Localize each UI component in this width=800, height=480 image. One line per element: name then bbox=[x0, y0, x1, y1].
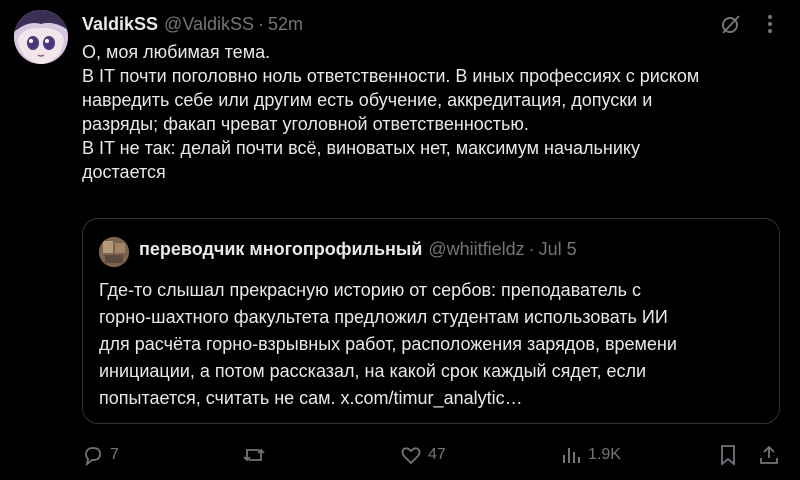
grok-icon[interactable] bbox=[720, 13, 742, 35]
tweet-line: В IT почти поголовно ноль ответственност… bbox=[82, 66, 700, 86]
quoted-line: горно-шахтного факультета предложил студ… bbox=[99, 307, 668, 327]
share-button[interactable] bbox=[758, 444, 780, 466]
quoted-tweet[interactable]: переводчик многопрофильный @whiitfieldz … bbox=[82, 218, 780, 424]
tweet-time[interactable]: 52m bbox=[268, 14, 303, 35]
tweet-header: ValdikSS @ValdikSS · 52m bbox=[82, 12, 780, 36]
quoted-avatar[interactable] bbox=[99, 237, 129, 267]
action-bar: 7 47 1.9K bbox=[82, 444, 782, 468]
repost-icon bbox=[242, 444, 266, 466]
bookmark-icon bbox=[718, 444, 738, 466]
reply-button[interactable]: 7 bbox=[82, 444, 119, 466]
tweet-line: достается bbox=[82, 162, 166, 182]
tweet-line: навредить себе или другим есть обучение,… bbox=[82, 90, 653, 110]
tweet-line: В IT не так: делай почти всё, виноватых … bbox=[82, 138, 640, 158]
like-button[interactable]: 47 bbox=[400, 444, 446, 466]
more-icon[interactable] bbox=[760, 14, 780, 34]
quoted-header: переводчик многопрофильный @whiitfieldz … bbox=[139, 239, 577, 260]
views-button[interactable]: 1.9K bbox=[560, 444, 621, 466]
views-icon bbox=[560, 444, 582, 466]
quoted-author-handle[interactable]: @whiitfieldz bbox=[428, 239, 524, 260]
quoted-line: Где-то слышал прекрасную историю от серб… bbox=[99, 280, 642, 300]
tweet-line: разряды; факап чреват уголовной ответств… bbox=[82, 114, 529, 134]
avatar[interactable] bbox=[14, 10, 68, 64]
quoted-line: попытается, считать не сам. x.com/timur_… bbox=[99, 388, 523, 408]
share-icon bbox=[758, 444, 780, 466]
separator-dot: · bbox=[528, 239, 535, 259]
quoted-text: Где-то слышал прекрасную историю от серб… bbox=[99, 277, 779, 412]
bookmark-button[interactable] bbox=[718, 444, 738, 466]
like-count: 47 bbox=[428, 446, 446, 463]
quoted-line: инициации, а потом рассказал, на какой с… bbox=[99, 361, 647, 381]
author-name[interactable]: ValdikSS bbox=[82, 14, 158, 35]
reply-count: 7 bbox=[110, 446, 119, 463]
separator-dot: · bbox=[258, 13, 265, 34]
repost-button[interactable] bbox=[242, 444, 272, 466]
quoted-line: для расчёта горно-взрывных работ, распол… bbox=[99, 334, 677, 354]
quoted-time[interactable]: Jul 5 bbox=[539, 239, 577, 260]
author-handle[interactable]: @ValdikSS bbox=[164, 14, 254, 35]
views-count: 1.9K bbox=[588, 446, 621, 463]
quoted-author-name[interactable]: переводчик многопрофильный bbox=[139, 239, 422, 260]
like-icon bbox=[400, 444, 422, 466]
tweet-line: О, моя любимая тема. bbox=[82, 42, 271, 62]
reply-icon bbox=[82, 444, 104, 466]
tweet-text: О, моя любимая тема. В IT почти поголовн… bbox=[82, 40, 782, 184]
